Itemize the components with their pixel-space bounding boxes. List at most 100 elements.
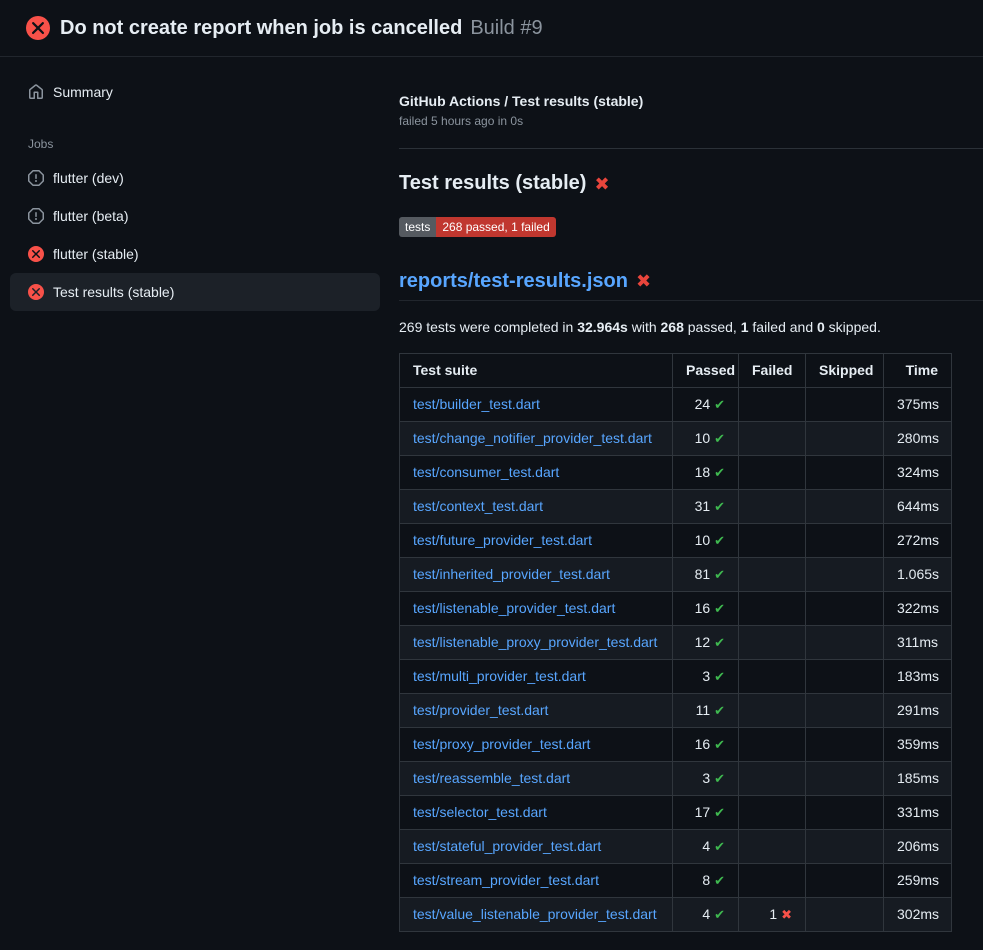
passed-cell: 16 ✔ [673,592,739,626]
sidebar-job-label: flutter (beta) [53,208,128,224]
failed-cell [739,592,806,626]
failed-cell [739,830,806,864]
skipped-cell [806,558,884,592]
time-cell: 375ms [884,388,952,422]
test-suite-link[interactable]: test/provider_test.dart [413,702,548,718]
skipped-cell [806,626,884,660]
time-cell: 280ms [884,422,952,456]
failed-cell [739,728,806,762]
test-suite-link[interactable]: test/value_listenable_provider_test.dart [413,906,657,922]
test-suite-link[interactable]: test/reassemble_test.dart [413,770,570,786]
skipped-cell [806,864,884,898]
time-cell: 259ms [884,864,952,898]
test-suite-link[interactable]: test/proxy_provider_test.dart [413,736,590,752]
check-icon: ✔ [714,465,725,480]
passed-cell: 3 ✔ [673,660,739,694]
skipped-cell [806,830,884,864]
tests-badge[interactable]: tests 268 passed, 1 failed [399,217,556,237]
table-row: test/listenable_provider_test.dart 16 ✔ 32… [400,592,952,626]
summary-text: with [628,319,661,335]
test-suite-link[interactable]: test/context_test.dart [413,498,543,514]
table-row: test/context_test.dart31 ✔644ms [400,490,952,524]
check-icon: ✔ [714,771,725,786]
run-meta: failed 5 hours ago in 0s [399,114,983,128]
summary-failed-count: 1 [741,319,749,335]
time-cell: 644ms [884,490,952,524]
test-suite-link[interactable]: test/selector_test.dart [413,804,547,820]
summary-text: failed and [749,319,818,335]
time-cell: 331ms [884,796,952,830]
stop-icon [28,170,44,186]
table-row: test/stateful_provider_test.dart 4 ✔ 206ms [400,830,952,864]
check-run-title: Test results (stable) ✖ [399,172,983,195]
x-circle-icon [28,284,44,300]
time-cell: 291ms [884,694,952,728]
divider [399,148,983,149]
test-summary-line: 269 tests were completed in 32.964s with… [399,319,983,335]
test-suite-link[interactable]: test/consumer_test.dart [413,464,559,480]
table-row: test/future_provider_test.dart10 ✔272ms [400,524,952,558]
sidebar: Summary Jobs flutter (dev)flutter (beta)… [0,57,390,950]
sidebar-job-item[interactable]: flutter (stable) [10,235,380,273]
passed-cell: 4 ✔ [673,830,739,864]
time-cell: 185ms [884,762,952,796]
table-row: test/stream_provider_test.dart 8 ✔ 259ms [400,864,952,898]
sidebar-job-item[interactable]: Test results (stable) [10,273,380,311]
skipped-cell [806,388,884,422]
time-cell: 322ms [884,592,952,626]
column-header: Skipped [806,354,884,388]
sidebar-item-summary[interactable]: Summary [10,73,380,111]
sidebar-job-label: flutter (dev) [53,170,124,186]
check-icon: ✔ [714,839,725,854]
passed-cell: 81 ✔ [673,558,739,592]
test-results-table: Test suitePassedFailedSkippedTime test/b… [399,353,952,932]
sidebar-job-item[interactable]: flutter (beta) [10,197,380,235]
breadcrumb: GitHub Actions / Test results (stable) [399,93,983,109]
table-row: test/multi_provider_test.dart3 ✔183ms [400,660,952,694]
jobs-list: flutter (dev) flutter (beta) flutter (stab… [10,159,380,311]
suite-cell: test/reassemble_test.dart [400,762,673,796]
failed-cell [739,626,806,660]
suite-cell: test/provider_test.dart [400,694,673,728]
report-file-link[interactable]: reports/test-results.json [399,269,628,293]
skipped-cell [806,524,884,558]
time-cell: 302ms [884,898,952,932]
check-icon: ✔ [714,431,725,446]
test-suite-link[interactable]: test/stream_provider_test.dart [413,872,599,888]
home-icon [28,84,44,100]
passed-cell: 3 ✔ [673,762,739,796]
x-icon: ✖ [781,907,792,922]
check-icon: ✔ [714,397,725,412]
check-icon: ✔ [714,533,725,548]
sidebar-job-item[interactable]: flutter (dev) [10,159,380,197]
summary-text: passed, [684,319,741,335]
skipped-cell [806,592,884,626]
failed-cell [739,864,806,898]
test-suite-link[interactable]: test/inherited_provider_test.dart [413,566,610,582]
skipped-cell [806,694,884,728]
skipped-cell [806,728,884,762]
suite-cell: test/selector_test.dart [400,796,673,830]
check-icon: ✔ [714,601,725,616]
suite-cell: test/proxy_provider_test.dart [400,728,673,762]
passed-cell: 4 ✔ [673,898,739,932]
suite-cell: test/inherited_provider_test.dart [400,558,673,592]
test-suite-link[interactable]: test/listenable_proxy_provider_test.dart [413,634,657,650]
passed-cell: 8 ✔ [673,864,739,898]
test-suite-link[interactable]: test/change_notifier_provider_test.dart [413,430,652,446]
passed-cell: 17 ✔ [673,796,739,830]
suite-cell: test/context_test.dart [400,490,673,524]
time-cell: 324ms [884,456,952,490]
time-cell: 206ms [884,830,952,864]
failed-cell [739,694,806,728]
test-suite-link[interactable]: test/multi_provider_test.dart [413,668,586,684]
column-header: Test suite [400,354,673,388]
failed-cell [739,796,806,830]
test-suite-link[interactable]: test/builder_test.dart [413,396,540,412]
test-suite-link[interactable]: test/future_provider_test.dart [413,532,592,548]
passed-cell: 16 ✔ [673,728,739,762]
table-row: test/value_listenable_provider_test.dart… [400,898,952,932]
skipped-cell [806,660,884,694]
test-suite-link[interactable]: test/listenable_provider_test.dart [413,600,615,616]
test-suite-link[interactable]: test/stateful_provider_test.dart [413,838,601,854]
